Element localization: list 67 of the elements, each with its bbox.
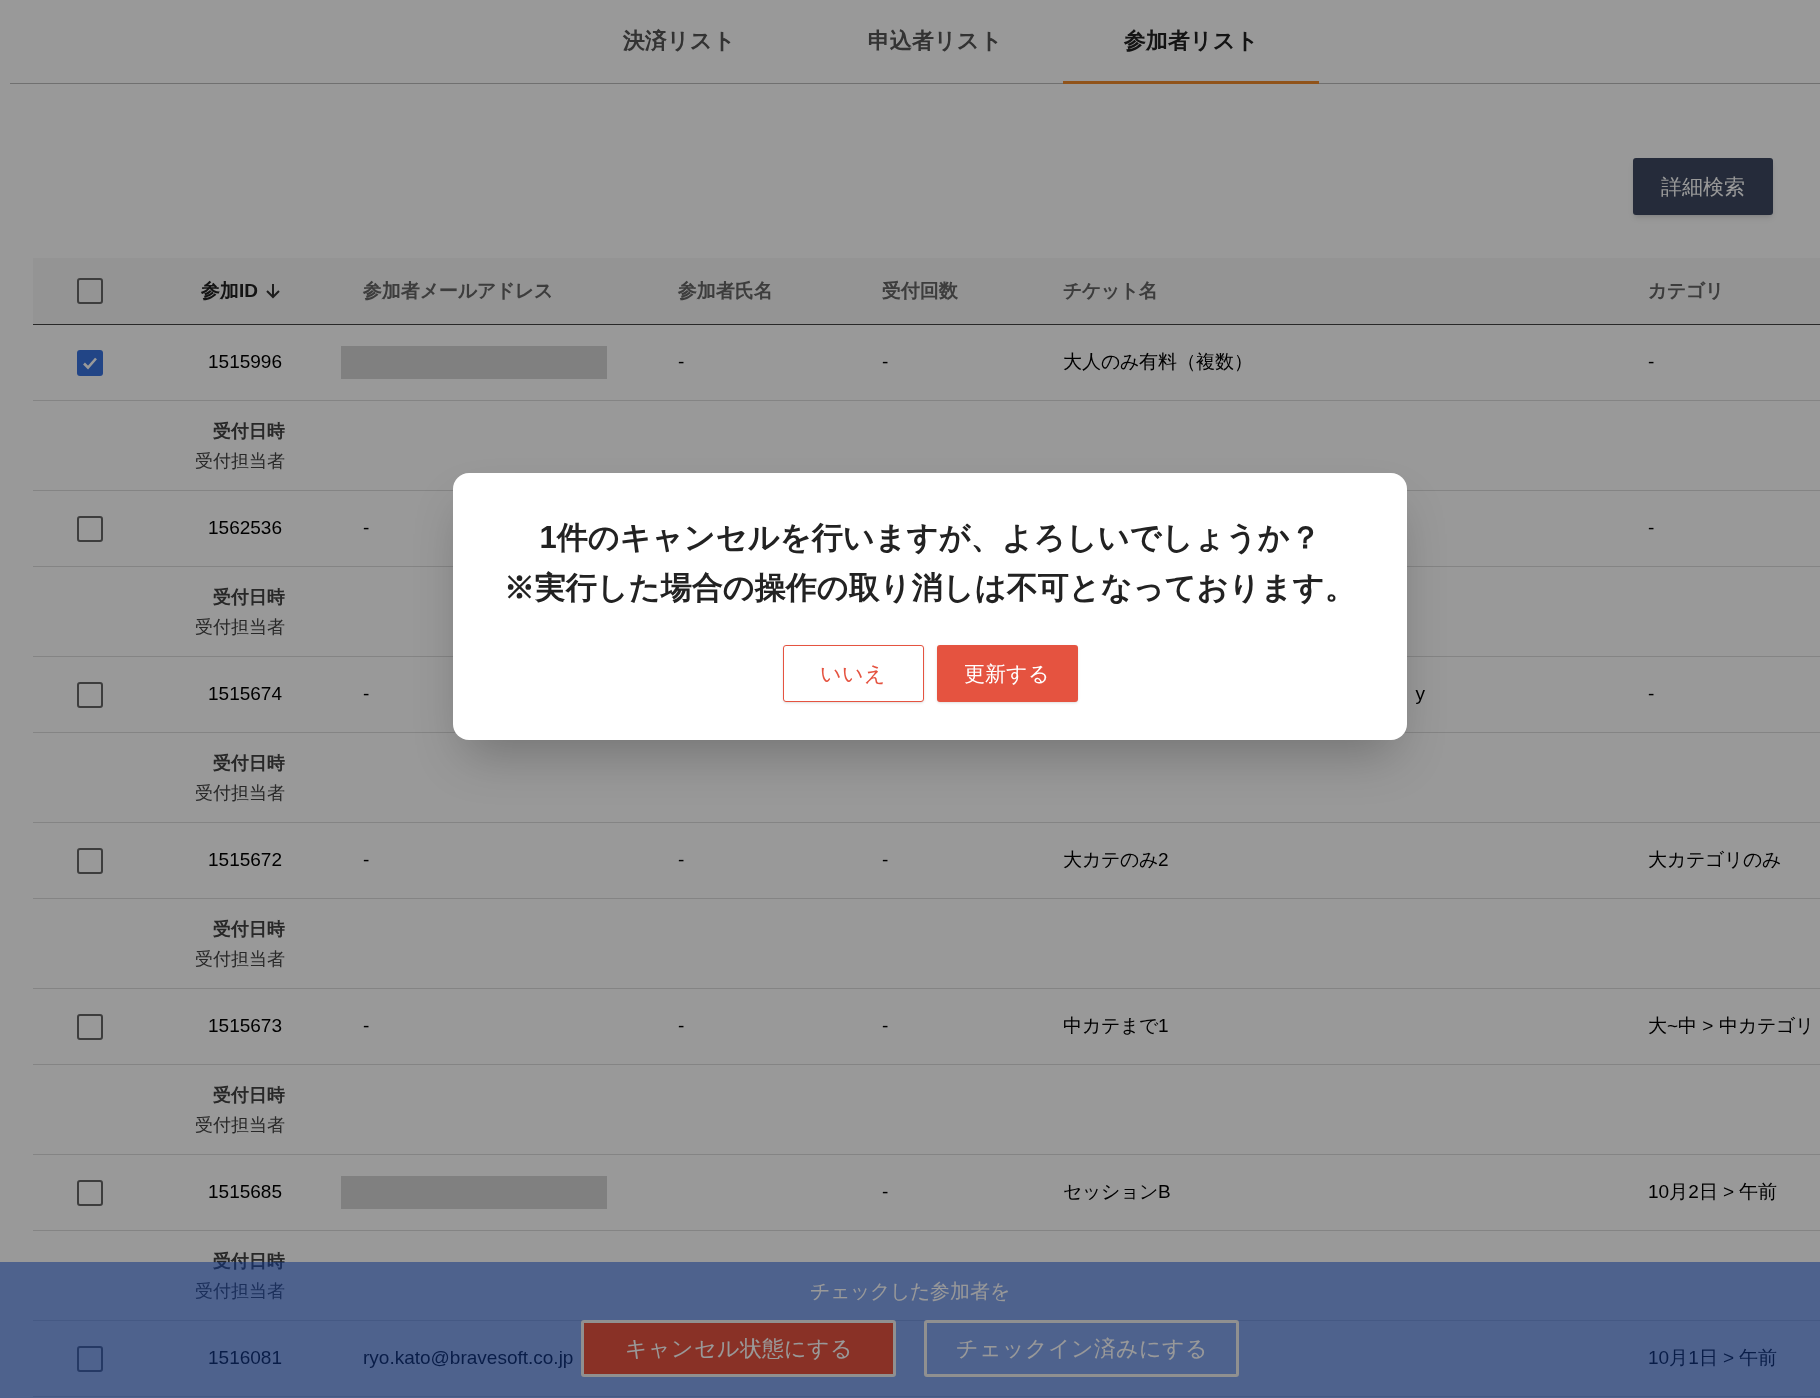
checkbox[interactable]: [77, 1179, 103, 1206]
table-cell-text: -: [678, 848, 685, 873]
table-cell-text: y: [1415, 682, 1425, 707]
field-label: 受付担当者: [194, 615, 285, 639]
tab[interactable]: 参加者リスト: [1063, 0, 1319, 84]
checkbox[interactable]: [77, 847, 103, 874]
column-header[interactable]: チケット名: [1063, 276, 1158, 306]
column-header[interactable]: カテゴリ: [1648, 276, 1724, 306]
field-label: 受付担当者: [194, 781, 285, 805]
search-button[interactable]: 詳細検索: [1633, 158, 1773, 215]
table-cell-text: -: [363, 1014, 370, 1039]
table-cell-text: -: [882, 1180, 889, 1205]
field-label: 受付日時: [212, 917, 285, 941]
table-cell-text: 1515672: [208, 848, 282, 873]
table-cell-text: -: [363, 516, 370, 541]
table-cell-text: -: [882, 848, 889, 873]
tab[interactable]: 申込者リスト: [807, 0, 1063, 84]
table-cell-text: -: [678, 1014, 685, 1039]
table-cell-text: 1516081: [208, 1346, 282, 1371]
column-header[interactable]: 参加者氏名: [678, 276, 773, 306]
table-cell-text: 1515674: [208, 682, 282, 707]
table-cell-text: -: [678, 350, 685, 375]
field-label: 受付日時: [212, 585, 285, 609]
table-cell-text: -: [1648, 682, 1655, 707]
checkbox[interactable]: [77, 278, 103, 304]
dialog-message: ※実行した場合の操作の取り消しは不可となっております。: [504, 569, 1356, 607]
dialog-button[interactable]: いいえ: [782, 645, 924, 702]
table-cell-text: 1515996: [208, 350, 282, 375]
table-cell-text: 大カテのみ2: [1063, 848, 1169, 873]
field-label: 受付日時: [212, 1083, 285, 1107]
field-label: 受付日時: [212, 419, 285, 443]
field-label: 受付担当者: [194, 947, 285, 971]
column-header[interactable]: 参加者メールアドレス: [363, 276, 553, 306]
table-cell-text: -: [363, 682, 370, 707]
table-cell-text: 大人のみ有料（複数）: [1063, 350, 1253, 375]
table-cell-text: 1515685: [208, 1180, 282, 1205]
action-bar-label: チェックした参加者を: [810, 1279, 1010, 1304]
dialog-button[interactable]: 更新する: [936, 645, 1078, 702]
sort-arrow-icon[interactable]: [264, 281, 282, 301]
table-cell-text: ryo.kato@bravesoft.co.jp: [363, 1346, 574, 1371]
table-cell-text: 大~中 > 中カテゴリ: [1648, 1014, 1814, 1039]
checkbox[interactable]: [77, 515, 103, 542]
column-header[interactable]: 参加ID: [201, 276, 258, 306]
table-cell-text: 1515673: [208, 1014, 282, 1039]
table-cell-text: 大カテゴリのみ: [1648, 848, 1781, 873]
table-cell-text: -: [363, 848, 370, 873]
dialog-message: 1件のキャンセルを行いますが、よろしいでしょうか？: [539, 519, 1321, 557]
checkbox[interactable]: [77, 1345, 103, 1372]
checkbox[interactable]: [77, 1013, 103, 1040]
table-cell-text: -: [1648, 350, 1655, 375]
checkbox[interactable]: [77, 349, 103, 376]
table-cell-text: 10月2日 > 午前: [1648, 1180, 1778, 1205]
field-label: 受付担当者: [194, 449, 285, 473]
table-cell-text: 10月1日 > 午前: [1648, 1346, 1778, 1371]
action-button[interactable]: チェックイン済みにする: [924, 1320, 1239, 1377]
action-button[interactable]: キャンセル状態にする: [581, 1320, 896, 1377]
field-label: 受付日時: [212, 751, 285, 775]
field-label: 受付担当者: [194, 1113, 285, 1137]
table-cell-text: -: [1648, 516, 1655, 541]
table-cell-text: セッションB: [1063, 1180, 1171, 1205]
table-cell-text: -: [882, 350, 889, 375]
table-cell-text: 1562536: [208, 516, 282, 541]
table-cell-text: 中カテまで1: [1063, 1014, 1169, 1039]
tab[interactable]: 決済リスト: [551, 0, 807, 84]
table-cell-text: -: [882, 1014, 889, 1039]
column-header[interactable]: 受付回数: [882, 276, 958, 306]
checkbox[interactable]: [77, 681, 103, 708]
